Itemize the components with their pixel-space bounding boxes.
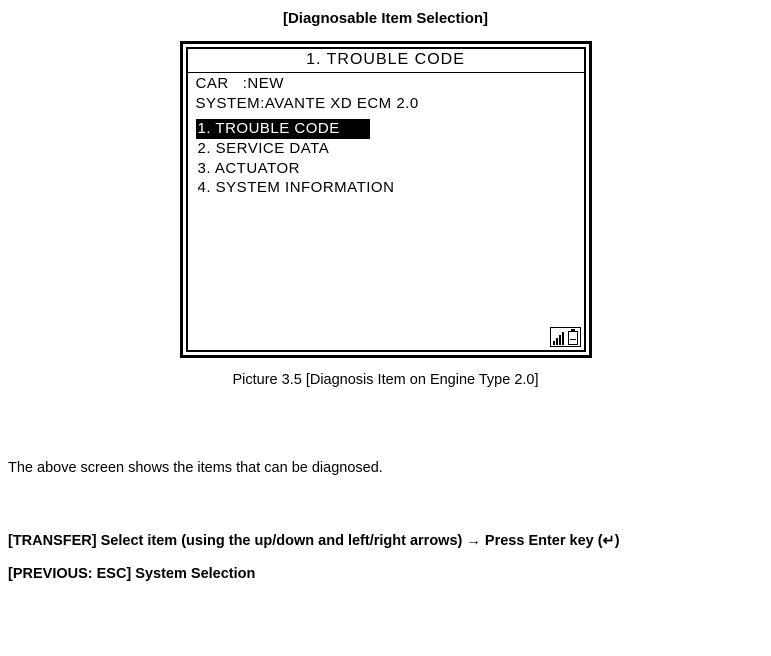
menu-item-1[interactable]: 1. TROUBLE CODE	[196, 119, 584, 139]
battery-icon	[568, 331, 578, 345]
previous-instruction: [PREVIOUS: ESC] System Selection	[8, 558, 763, 591]
screen-bezel: 1. TROUBLE CODE CAR :NEW SYSTEM:AVANTE X…	[180, 41, 592, 358]
menu-list: 1. TROUBLE CODE 2. SERVICE DATA 3. ACTUA…	[196, 119, 584, 198]
system-label: SYSTEM	[196, 95, 261, 112]
menu-item-3[interactable]: 3. ACTUATOR	[196, 159, 584, 179]
page-title: [Diagnosable Item Selection]	[0, 10, 771, 27]
car-value: :NEW	[243, 75, 284, 92]
screen-container: 1. TROUBLE CODE CAR :NEW SYSTEM:AVANTE X…	[0, 41, 771, 358]
system-value: :AVANTE XD ECM 2.0	[260, 95, 418, 112]
car-label: CAR	[196, 75, 229, 92]
description-paragraph: The above screen shows the items that ca…	[8, 458, 763, 480]
device-screen: 1. TROUBLE CODE CAR :NEW SYSTEM:AVANTE X…	[186, 47, 586, 352]
car-line: CAR :NEW	[196, 74, 584, 94]
menu-item-2[interactable]: 2. SERVICE DATA	[196, 139, 584, 159]
status-bar	[550, 327, 581, 347]
screen-header: 1. TROUBLE CODE	[188, 49, 584, 73]
screen-body: CAR :NEW SYSTEM:AVANTE XD ECM 2.0 1. TRO…	[188, 73, 584, 198]
system-line: SYSTEM:AVANTE XD ECM 2.0	[196, 94, 584, 114]
figure-caption: Picture 3.5 [Diagnosis Item on Engine Ty…	[0, 372, 771, 388]
transfer-instruction: [TRANSFER] Select item (using the up/dow…	[8, 525, 763, 558]
menu-item-4[interactable]: 4. SYSTEM INFORMATION	[196, 178, 584, 198]
signal-icon	[553, 331, 564, 345]
